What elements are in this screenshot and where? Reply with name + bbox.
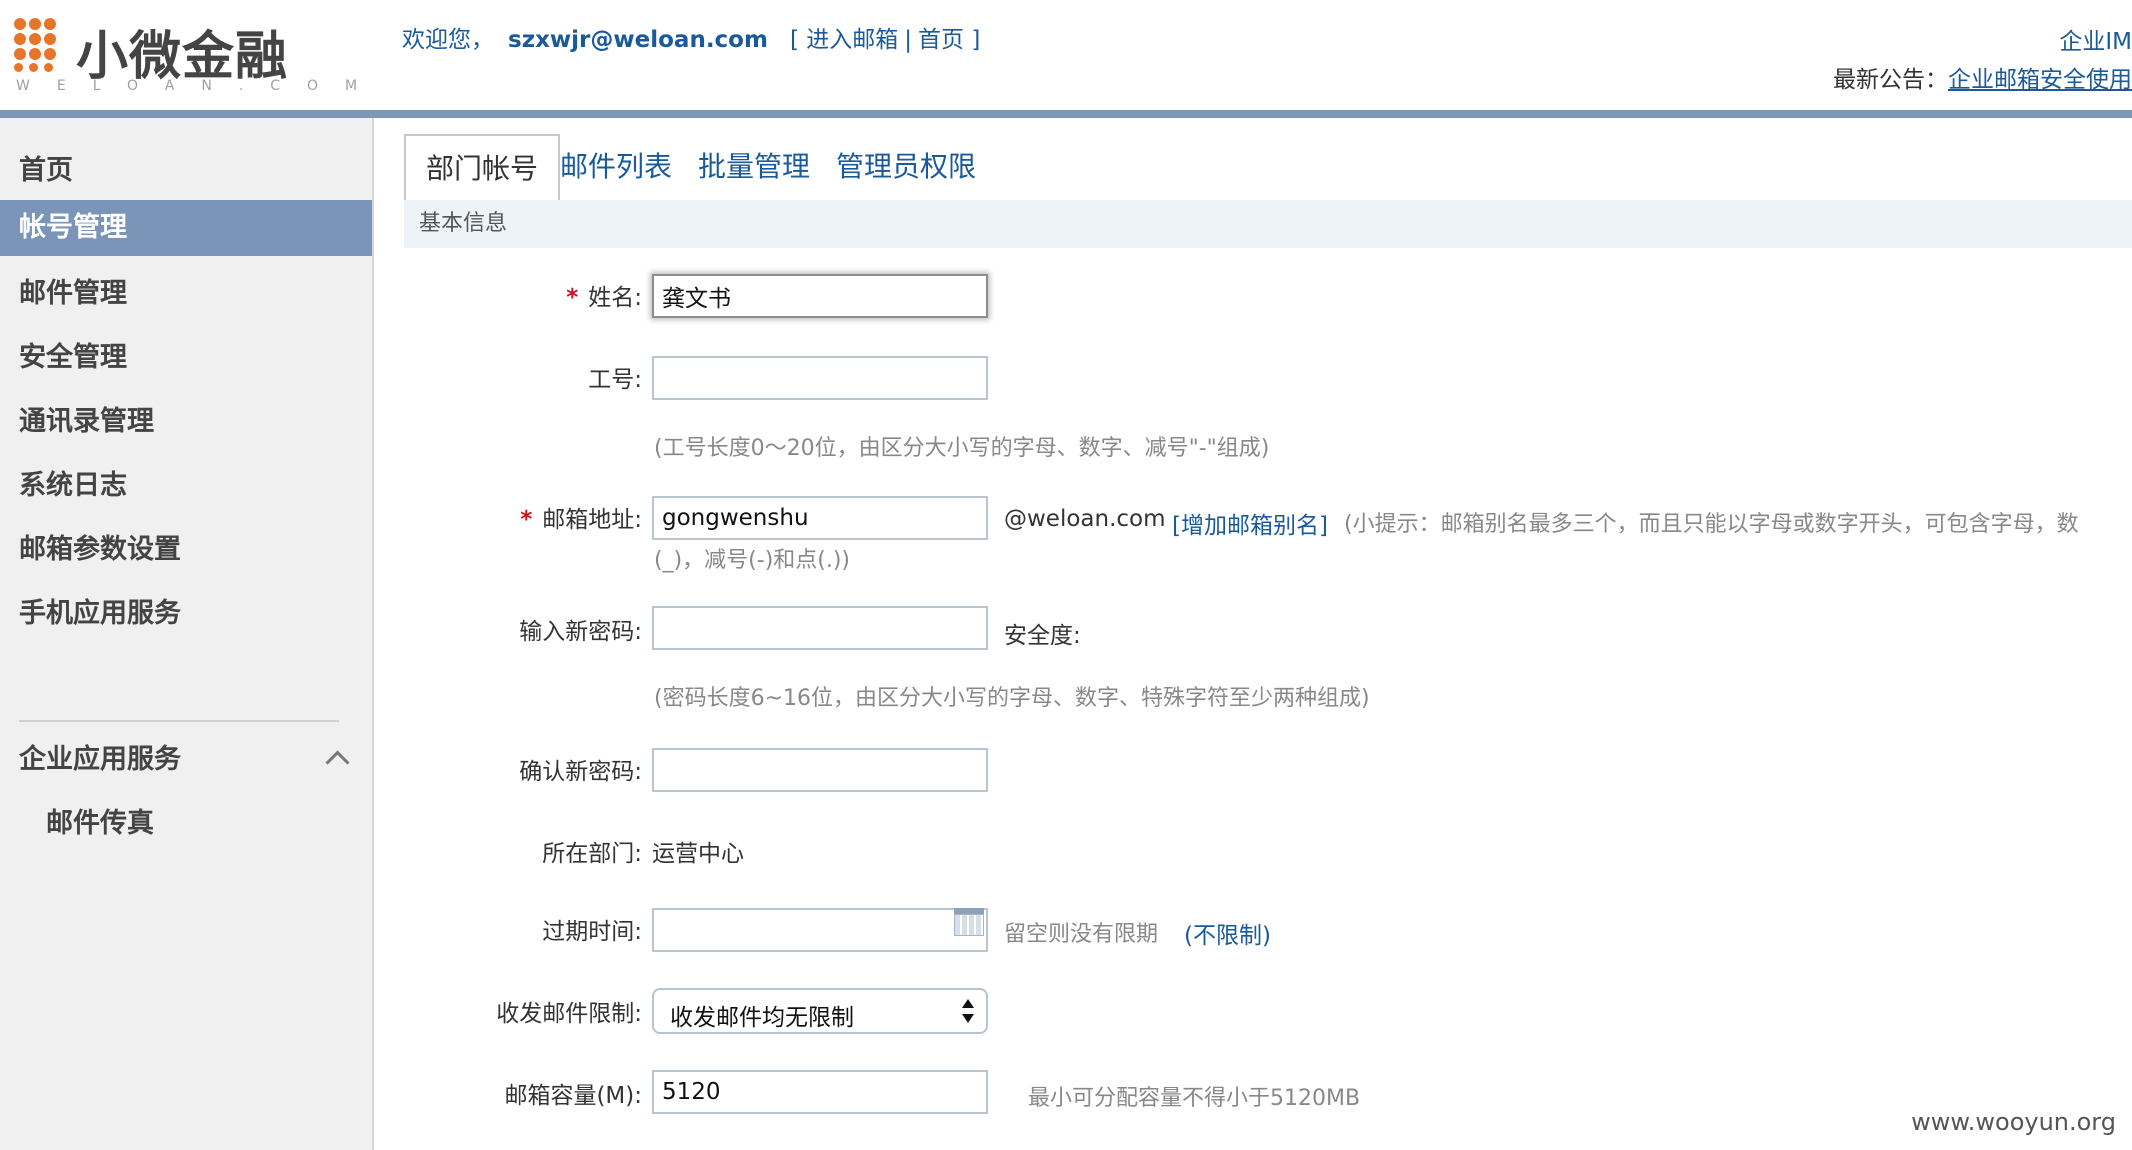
notice-label: 最新公告： [1833, 67, 1948, 93]
required-mark: * [566, 285, 579, 311]
welcome-label: 欢迎您， [402, 27, 494, 53]
main-content: 部门帐号 邮件列表 批量管理 管理员权限 基本信息 *姓名: 工号: (工号长度… [374, 118, 2132, 1150]
confirm-password-label: 确认新密码: [519, 759, 642, 785]
employee-id-hint: (工号长度0～20位，由区分大小写的字母、数字、减号"-"组成) [654, 436, 1270, 461]
required-mark: * [520, 507, 533, 533]
confirm-password-input[interactable] [652, 748, 988, 792]
notice-bar: 最新公告：企业邮箱安全使用 [1833, 60, 2132, 94]
email-label: * 邮箱地址: [520, 507, 642, 533]
tab-bar: 部门帐号 邮件列表 批量管理 管理员权限 [404, 134, 2132, 204]
name-label: * 姓名: [566, 285, 642, 311]
header-separator: | [904, 27, 912, 53]
tab-department-account[interactable]: 部门帐号 [404, 134, 561, 204]
expire-date-input[interactable] [652, 908, 988, 952]
sidebar: 首页 企业信息管理 帐号管理 邮件管理 安全管理 通讯录管理 系统日志 邮箱参数… [0, 118, 374, 1150]
send-limit-select[interactable]: 收发邮件均无限制 [652, 988, 988, 1034]
sidebar-group-enterprise-apps[interactable]: 企业应用服务 [0, 732, 372, 788]
capacity-hint: 最小可分配容量不得小于5120MB [1028, 1086, 1361, 1111]
sidebar-divider [19, 720, 339, 722]
logo[interactable]: 小微金融 WELOAN.COM [14, 14, 357, 94]
sidebar-item-mobile-services[interactable]: 手机应用服务 [0, 586, 372, 642]
enter-mailbox-link[interactable]: 进入邮箱 [806, 27, 898, 53]
capacity-label: 邮箱容量(M): [504, 1083, 642, 1109]
expire-hint: 留空则没有限期 [1004, 922, 1159, 947]
welcome-bar: 欢迎您， szxwjr@weloan.com [ 进入邮箱 | 首页 ] [402, 20, 980, 54]
tab-batch-management[interactable]: 批量管理 [698, 134, 810, 200]
section-title: 基本信息 [404, 200, 2132, 248]
sidebar-item-mailbox-settings[interactable]: 邮箱参数设置 [0, 522, 372, 578]
tab-admin-permissions[interactable]: 管理员权限 [836, 134, 976, 200]
logo-subtext: WELOAN.COM [16, 78, 385, 94]
sidebar-item-contacts[interactable]: 通讯录管理 [0, 394, 372, 450]
new-password-input[interactable] [652, 606, 988, 650]
sidebar-subitem-mail-fax[interactable]: 邮件传真 [0, 796, 372, 852]
password-strength-label: 安全度: [1004, 623, 1081, 649]
notice-link[interactable]: 企业邮箱安全使用 [1948, 67, 2132, 93]
sidebar-item-mail-management[interactable]: 邮件管理 [0, 266, 372, 322]
capacity-input[interactable] [652, 1070, 988, 1114]
header-divider [0, 110, 2132, 118]
employee-id-input[interactable] [652, 356, 988, 400]
sidebar-item-system-log[interactable]: 系统日志 [0, 458, 372, 514]
name-input[interactable] [652, 274, 988, 318]
watermark: www.wooyun.org [1911, 1108, 2116, 1136]
select-arrows-icon [962, 999, 974, 1025]
send-limit-selected: 收发邮件均无限制 [670, 1005, 854, 1031]
sidebar-item-security[interactable]: 安全管理 [0, 330, 372, 386]
chevron-up-icon[interactable] [325, 750, 350, 775]
department-value: 运营中心 [652, 841, 744, 867]
add-alias-link[interactable]: [增加邮箱别名] [1172, 506, 1328, 540]
enterprise-im-link[interactable]: 企业IM [2059, 22, 2132, 56]
password-hint: (密码长度6~16位，由区分大小写的字母、数字、特殊字符至少两种组成) [654, 686, 1370, 711]
email-input[interactable] [652, 496, 988, 540]
calendar-icon[interactable] [954, 906, 984, 936]
unlimited-link[interactable]: (不限制) [1184, 916, 1271, 950]
expire-label: 过期时间: [542, 919, 642, 945]
user-email: szxwjr@weloan.com [508, 27, 768, 53]
send-limit-label: 收发邮件限制: [496, 1001, 642, 1027]
new-password-label: 输入新密码: [519, 619, 642, 645]
email-alias-hint: (小提示：邮箱别名最多三个，而且只能以字母或数字开头，可包含字母，数 [1344, 512, 2079, 537]
sidebar-group-label: 企业应用服务 [19, 744, 181, 775]
bracket-open: [ [789, 27, 799, 53]
logo-dots-icon [14, 18, 72, 76]
email-alias-hint-line2: (_)，减号(-)和点(.)) [654, 548, 851, 573]
bracket-close: ] [971, 27, 981, 53]
employee-id-label: 工号: [588, 367, 642, 393]
department-label: 所在部门: [542, 841, 642, 867]
home-link[interactable]: 首页 [918, 27, 964, 53]
header: 小微金融 WELOAN.COM 欢迎您， szxwjr@weloan.com [ 进… [0, 0, 2132, 112]
sidebar-item-account-management[interactable]: 帐号管理 [0, 200, 372, 256]
email-domain: @weloan.com [1004, 506, 1166, 532]
tab-mail-list[interactable]: 邮件列表 [560, 134, 672, 200]
